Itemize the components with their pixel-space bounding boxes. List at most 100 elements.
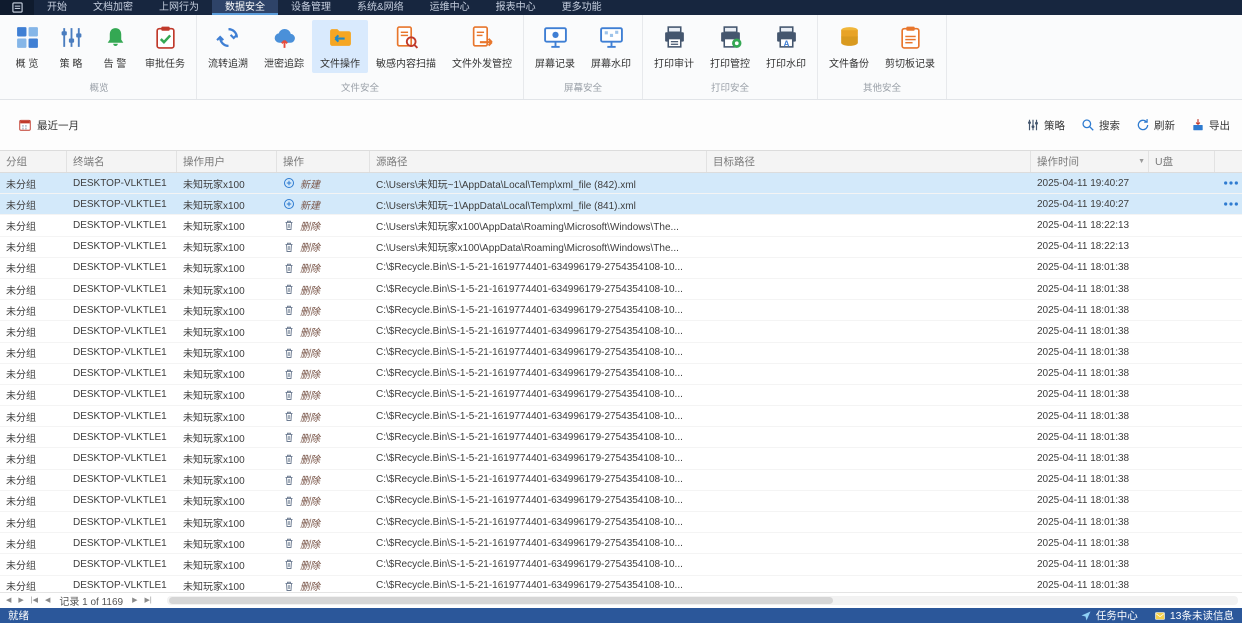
table-row[interactable]: 未分组 DESKTOP-VLKTLE1 未知玩家x100 新建 C:\Users\未知玩… — [0, 173, 1242, 195]
column-header-5[interactable]: 目标路径 — [707, 151, 1031, 172]
menu-item-1[interactable]: 文档加密 — [80, 0, 146, 15]
table-row[interactable]: 未分组 DESKTOP-VLKTLE1 未知玩家x100 删除 C:\$Recycle.… — [0, 533, 1242, 555]
prev-record-button[interactable] — [43, 594, 52, 607]
scroll-right-arrow[interactable] — [16, 594, 25, 607]
doc-scan-icon — [394, 25, 419, 50]
table-row[interactable]: 未分组 DESKTOP-VLKTLE1 未知玩家x100 删除 C:\$Recycle.… — [0, 321, 1242, 343]
refresh-button[interactable]: 刷新 — [1136, 118, 1175, 133]
ribbon-button-sliders[interactable]: 策 略 — [49, 20, 93, 73]
column-header-3[interactable]: 操作 — [277, 151, 370, 172]
filter-actions: 策略 搜索 刷新 导出 — [1026, 118, 1230, 133]
column-header-0[interactable]: 分组 — [0, 151, 67, 172]
trash-icon — [283, 262, 295, 274]
first-record-button[interactable] — [29, 594, 40, 607]
operation-label: 删除 — [300, 243, 320, 255]
print-control-icon — [718, 25, 743, 50]
menu-item-2[interactable]: 上网行为 — [146, 0, 212, 15]
operation-cell: 删除 — [277, 451, 370, 466]
ribbon-button-print-control[interactable]: 打印管控 — [702, 20, 758, 73]
ribbon-button-screen-record[interactable]: 屏幕记录 — [527, 20, 583, 73]
scrollbar-thumb[interactable] — [168, 597, 833, 604]
ribbon-button-label: 策 略 — [59, 59, 83, 70]
doc-send-icon — [470, 25, 495, 50]
ribbon-button-screen-watermark[interactable]: 屏幕水印 — [583, 20, 639, 73]
date-range-filter[interactable]: 最近一月 — [18, 118, 79, 133]
table-row[interactable]: 未分组 DESKTOP-VLKTLE1 未知玩家x100 删除 C:\$Recycle.… — [0, 278, 1242, 301]
ribbon-button-bell[interactable]: 告 警 — [93, 20, 137, 73]
table-row[interactable]: 未分组 DESKTOP-VLKTLE1 未知玩家x100 删除 C:\$Recycle.… — [0, 427, 1242, 449]
operation-label: 删除 — [300, 306, 320, 318]
column-header-2[interactable]: 操作用户 — [177, 151, 277, 172]
ribbon-button-print-audit[interactable]: 打印审计 — [646, 20, 702, 73]
ribbon-button-cloud-leak[interactable]: 泄密追踪 — [256, 20, 312, 73]
table-row[interactable]: 未分组 DESKTOP-VLKTLE1 未知玩家x100 删除 C:\$Recycle.… — [0, 448, 1242, 470]
ribbon-button-cycle[interactable]: 流转追溯 — [200, 20, 256, 73]
menu-items: 开始 文档加密 上网行为 数据安全 设备管理 系统&网络 运维中心 报表中心 更多功能 — [34, 0, 615, 15]
operation-cell: 新建 — [277, 176, 370, 191]
table-row[interactable]: 未分组 DESKTOP-VLKTLE1 未知玩家x100 删除 C:\$Recycle.… — [0, 363, 1242, 385]
table-row[interactable]: 未分组 DESKTOP-VLKTLE1 未知玩家x100 删除 C:\$Recycle.… — [0, 384, 1242, 407]
column-header-4[interactable]: 源路径 — [370, 151, 707, 172]
ribbon-button-doc-scan[interactable]: 敏感内容扫描 — [368, 20, 444, 73]
ribbon-button-folder-op[interactable]: 文件操作 — [312, 20, 368, 73]
export-button[interactable]: 导出 — [1191, 118, 1230, 133]
ribbon-toolbar: 概 览策 略告 警审批任务 概览 流转追溯 泄密追踪 文件操作 敏感内容扫描 文件外发管控文… — [0, 15, 1242, 100]
operation-cell: 删除 — [277, 493, 370, 508]
menu-item-0[interactable]: 开始 — [34, 0, 80, 15]
folder-op-icon — [328, 25, 353, 50]
ribbon-button-print-watermark[interactable]: A 打印水印 — [758, 20, 814, 73]
table-row[interactable]: 未分组 DESKTOP-VLKTLE1 未知玩家x100 删除 C:\Users\未知玩… — [0, 236, 1242, 258]
time-cell: 2025-04-11 18:01:38 — [1037, 495, 1130, 507]
menu-item-4[interactable]: 设备管理 — [278, 0, 344, 15]
ribbon-button-clipboard-record[interactable]: 剪切板记录 — [877, 20, 943, 73]
horizontal-scrollbar[interactable] — [166, 596, 1238, 605]
column-header-6[interactable]: 操作时间 ▼ — [1031, 151, 1149, 172]
table-row[interactable]: 未分组 DESKTOP-VLKTLE1 未知玩家x100 删除 C:\$Recycle.… — [0, 469, 1242, 491]
row-actions-menu[interactable] — [1223, 199, 1239, 209]
unread-messages-button[interactable]: 13条未读信息 — [1154, 608, 1234, 623]
menu-item-8[interactable]: 更多功能 — [549, 0, 615, 15]
ribbon-group-label: 打印安全 — [710, 83, 749, 94]
table-row[interactable]: 未分组 DESKTOP-VLKTLE1 未知玩家x100 删除 C:\$Recycle.… — [0, 342, 1242, 364]
task-center-button[interactable]: 任务中心 — [1080, 608, 1138, 623]
policy-button[interactable]: 策略 — [1026, 118, 1065, 133]
search-button[interactable]: 搜索 — [1081, 118, 1120, 133]
table-row[interactable]: 未分组 DESKTOP-VLKTLE1 未知玩家x100 删除 C:\$Recycle.… — [0, 406, 1242, 428]
column-header-7[interactable]: U盘 — [1149, 151, 1215, 172]
column-header-1[interactable]: 终端名 — [67, 151, 177, 172]
table-row[interactable]: 未分组 DESKTOP-VLKTLE1 未知玩家x100 删除 C:\$Recycle.… — [0, 490, 1242, 512]
user-cell: 未知玩家x100 — [183, 221, 245, 233]
ribbon-button-grid[interactable]: 概 览 — [5, 20, 49, 73]
app-menu-button[interactable] — [0, 0, 34, 15]
menu-item-6[interactable]: 运维中心 — [417, 0, 483, 15]
ribbon-group-label: 其他安全 — [862, 83, 901, 94]
table-row[interactable]: 未分组 DESKTOP-VLKTLE1 未知玩家x100 删除 C:\$Recycle.… — [0, 300, 1242, 322]
ribbon-button-file-backup[interactable]: 文件备份 — [821, 20, 877, 73]
action-label: 刷新 — [1154, 119, 1175, 132]
scroll-left-arrow[interactable] — [4, 594, 13, 607]
terminal-cell: DESKTOP-VLKTLE1 — [73, 453, 167, 465]
trash-icon — [283, 474, 295, 486]
column-filter-icon[interactable]: ▼ — [1138, 158, 1145, 165]
grid-icon — [15, 25, 40, 50]
menu-item-7[interactable]: 报表中心 — [483, 0, 549, 15]
table-row[interactable]: 未分组 DESKTOP-VLKTLE1 未知玩家x100 删除 C:\Users\未知玩… — [0, 215, 1242, 237]
ribbon-button-clipboard-check[interactable]: 审批任务 — [137, 20, 193, 73]
table-row[interactable]: 未分组 DESKTOP-VLKTLE1 未知玩家x100 删除 C:\$Recycle.… — [0, 257, 1242, 279]
menu-item-3[interactable]: 数据安全 — [212, 0, 278, 15]
next-record-button[interactable] — [130, 594, 139, 607]
table-row[interactable]: 未分组 DESKTOP-VLKTLE1 未知玩家x100 删除 C:\$Recycle.… — [0, 512, 1242, 534]
table-row[interactable]: 未分组 DESKTOP-VLKTLE1 未知玩家x100 删除 C:\$Recycle.… — [0, 575, 1242, 592]
last-record-button[interactable] — [143, 594, 154, 607]
table-row[interactable]: 未分组 DESKTOP-VLKTLE1 未知玩家x100 删除 C:\$Recycle.… — [0, 554, 1242, 576]
group-cell: 未分组 — [6, 349, 36, 361]
menu-item-5[interactable]: 系统&网络 — [344, 0, 417, 15]
column-label: 终端名 — [73, 156, 105, 168]
row-actions-menu[interactable] — [1223, 178, 1239, 188]
svg-text:A: A — [783, 38, 789, 48]
table-row[interactable]: 未分组 DESKTOP-VLKTLE1 未知玩家x100 新建 C:\Users\未知玩… — [0, 194, 1242, 216]
operation-label: 删除 — [300, 370, 320, 382]
operation-label: 新建 — [300, 200, 320, 212]
record-count: 记录 1 of 1169 — [59, 597, 124, 608]
ribbon-button-doc-send[interactable]: 文件外发管控 — [444, 20, 520, 73]
